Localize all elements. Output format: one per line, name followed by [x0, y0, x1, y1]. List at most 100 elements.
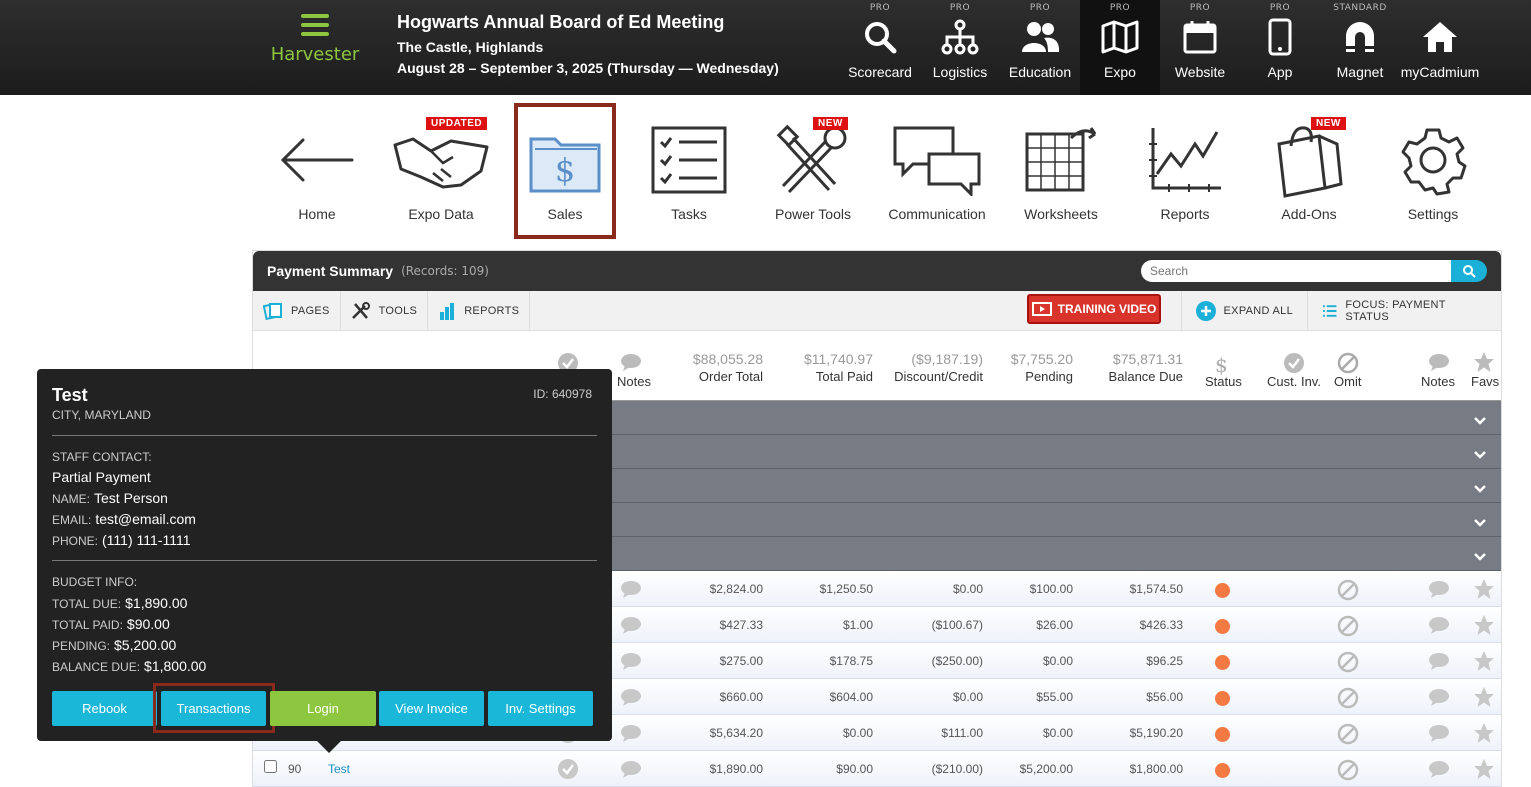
- comment-icon[interactable]: [1428, 724, 1450, 745]
- star-icon[interactable]: [1473, 650, 1495, 675]
- expand-all-button[interactable]: EXPAND ALL: [1180, 291, 1307, 331]
- search-button[interactable]: [1451, 260, 1487, 282]
- reports-menu[interactable]: REPORTS: [428, 290, 531, 331]
- module-app[interactable]: PRO App: [1240, 0, 1320, 95]
- status-header[interactable]: Status: [1205, 374, 1242, 389]
- tool-home[interactable]: Home: [255, 105, 379, 237]
- module-mycadmium[interactable]: myCadmium: [1400, 0, 1480, 95]
- focus-payment-status-button[interactable]: FOCUS: PAYMENT STATUS: [1307, 291, 1501, 331]
- omit-icon[interactable]: [1337, 579, 1359, 604]
- login-button[interactable]: Login: [270, 691, 376, 726]
- status-dot[interactable]: [1215, 619, 1230, 634]
- search-input[interactable]: [1141, 260, 1451, 282]
- tool-worksheets[interactable]: Worksheets: [999, 105, 1123, 237]
- chevron-down-icon[interactable]: [1473, 513, 1487, 532]
- balance-cell: $5,190.20: [1129, 726, 1183, 740]
- comment-icon[interactable]: [620, 760, 642, 781]
- omit-icon[interactable]: [1337, 723, 1359, 748]
- notes-column-header[interactable]: Notes: [617, 374, 651, 389]
- star-icon[interactable]: [1473, 578, 1495, 603]
- notes-header[interactable]: Notes: [1421, 374, 1455, 389]
- omit-icon[interactable]: [1337, 615, 1359, 640]
- balance-label: Balance Due: [1108, 369, 1183, 384]
- top-bar: Harvester Hogwarts Annual Board of Ed Me…: [0, 0, 1531, 95]
- module-tier: PRO: [869, 3, 891, 13]
- status-dot[interactable]: [1215, 691, 1230, 706]
- users-icon: [1000, 15, 1080, 59]
- tool-reports[interactable]: Reports: [1123, 105, 1247, 237]
- comment-icon[interactable]: [1428, 652, 1450, 673]
- tool-communication[interactable]: Communication: [875, 105, 999, 237]
- comment-icon[interactable]: [620, 580, 642, 601]
- status-dot[interactable]: [1215, 763, 1230, 778]
- email-value: test@email.com: [95, 511, 196, 527]
- comment-icon[interactable]: [620, 353, 642, 375]
- total-paid-amount: $11,740.97: [803, 351, 873, 367]
- tool-sales[interactable]: $ Sales: [514, 103, 616, 239]
- discount-header[interactable]: ($9,187.19) Discount/Credit: [883, 351, 983, 384]
- rebook-button[interactable]: Rebook: [52, 691, 157, 726]
- status-dot[interactable]: [1215, 655, 1230, 670]
- omit-icon[interactable]: [1337, 687, 1359, 712]
- chevron-down-icon[interactable]: [1473, 547, 1487, 566]
- omit-icon[interactable]: [1337, 651, 1359, 676]
- tools-menu[interactable]: TOOLS: [341, 290, 429, 331]
- comment-icon[interactable]: [1428, 688, 1450, 709]
- module-logistics[interactable]: PRO Logistics: [920, 0, 1000, 95]
- hamburger-menu-icon[interactable]: [301, 14, 329, 36]
- budget-label: BUDGET INFO:: [52, 575, 138, 589]
- table-row[interactable]: 90 Test $1,890.00 $90.00 ($210.00) $5,200.00 $…: [253, 751, 1501, 787]
- favs-header[interactable]: Favs: [1471, 374, 1499, 389]
- discount-cell: ($210.00): [931, 762, 983, 776]
- tool-add-ons[interactable]: NEW Add-Ons: [1247, 105, 1371, 237]
- comment-icon[interactable]: [1428, 760, 1450, 781]
- omit-icon[interactable]: [1337, 759, 1359, 784]
- inv-settings-button[interactable]: Inv. Settings: [488, 691, 593, 726]
- balance-cell: $426.33: [1139, 618, 1183, 632]
- pending-header[interactable]: $7,755.20 Pending: [983, 351, 1073, 384]
- module-scorecard[interactable]: PRO Scorecard: [840, 0, 920, 95]
- status-dot[interactable]: [1215, 583, 1230, 598]
- module-expo[interactable]: PRO Expo: [1080, 0, 1160, 95]
- module-tier: STANDARD: [1333, 3, 1387, 13]
- module-education[interactable]: PRO Education: [1000, 0, 1080, 95]
- tool-expo-data[interactable]: UPDATED Expo Data: [379, 105, 503, 237]
- comment-icon[interactable]: [1428, 580, 1450, 601]
- balance-header[interactable]: $75,871.31 Balance Due: [1083, 351, 1183, 384]
- chevron-down-icon[interactable]: [1473, 411, 1487, 430]
- module-magnet[interactable]: STANDARD Magnet: [1320, 0, 1400, 95]
- chevron-down-icon[interactable]: [1473, 445, 1487, 464]
- magnet-icon: [1320, 15, 1400, 59]
- tool-settings[interactable]: Settings: [1371, 105, 1495, 237]
- exhibitor-link[interactable]: Test: [328, 762, 350, 776]
- comment-icon[interactable]: [620, 616, 642, 637]
- module-label: Website: [1174, 64, 1226, 80]
- comment-icon[interactable]: [620, 652, 642, 673]
- status-dot[interactable]: [1215, 727, 1230, 742]
- order-total-header[interactable]: $88,055.28 Order Total: [673, 351, 763, 384]
- cust-inv-header[interactable]: Cust. Inv.: [1267, 374, 1321, 389]
- omit-header[interactable]: Omit: [1334, 374, 1361, 389]
- pages-menu[interactable]: PAGES: [253, 290, 341, 331]
- star-icon[interactable]: [1473, 722, 1495, 747]
- total-paid-header[interactable]: $11,740.97 Total Paid: [783, 351, 873, 384]
- svg-text:$: $: [555, 151, 575, 189]
- check-circle-icon[interactable]: [557, 758, 579, 783]
- total-paid-value: $90.00: [126, 616, 170, 632]
- star-icon[interactable]: [1473, 758, 1495, 783]
- tool-tasks[interactable]: Tasks: [627, 105, 751, 237]
- comment-icon[interactable]: [620, 688, 642, 709]
- row-checkbox[interactable]: [264, 760, 277, 773]
- chevron-down-icon[interactable]: [1473, 479, 1487, 498]
- star-icon[interactable]: [1473, 614, 1495, 639]
- module-website[interactable]: PRO Website: [1160, 0, 1240, 95]
- brand[interactable]: Harvester: [255, 10, 375, 65]
- star-icon[interactable]: [1473, 686, 1495, 711]
- view-invoice-button[interactable]: View Invoice: [379, 691, 484, 726]
- comment-icon[interactable]: [620, 724, 642, 745]
- tool-label: Expo Data: [408, 206, 474, 222]
- comment-icon[interactable]: [1428, 616, 1450, 637]
- tool-power-tools[interactable]: NEW Power Tools: [751, 105, 875, 237]
- training-video-button[interactable]: TRAINING VIDEO: [1027, 294, 1161, 324]
- module-label: Magnet: [1336, 64, 1384, 80]
